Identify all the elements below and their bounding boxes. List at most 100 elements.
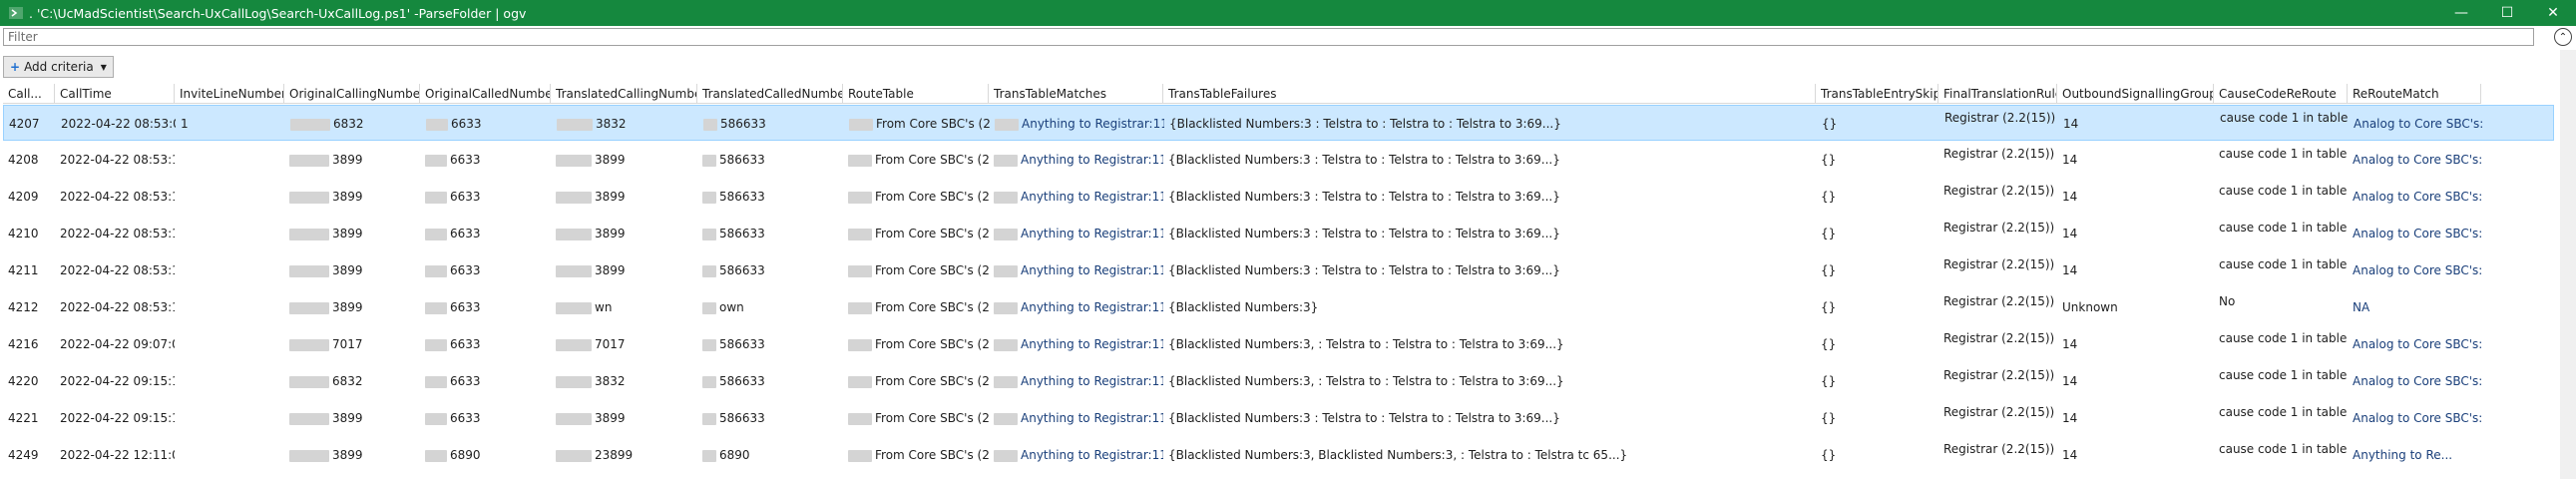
- cell-text: 586633: [720, 117, 766, 131]
- cell-text: From Core SBC's (2): [875, 337, 989, 351]
- cell-text: From Core SBC's (2): [875, 153, 989, 167]
- cell-text: {}: [1821, 374, 1837, 388]
- cell-route: From Core SBC's (2): [843, 252, 989, 288]
- column-header-transtablematches[interactable]: TransTableMatches: [989, 84, 1163, 104]
- cell-text: Analog to Core SBC's:4: [2353, 263, 2481, 277]
- column-header-translatedcallingnumber[interactable]: TranslatedCallingNumber: [551, 84, 697, 104]
- cell-orig_calling: 3899: [284, 289, 420, 325]
- redacted-block: [556, 228, 592, 240]
- table-row[interactable]: 4249 2022-04-22 12:11:06 3899 6890 23899 6890…: [3, 437, 2554, 473]
- cell-text: 7017: [332, 337, 363, 351]
- cell-text: NA: [2353, 300, 2370, 314]
- table-row[interactable]: 4208 2022-04-22 08:53:10 3899 6633 3899 58663…: [3, 142, 2554, 178]
- cell-tr_called: 586633: [697, 326, 843, 362]
- redacted-block: [289, 264, 329, 277]
- column-header-invitelinenumber[interactable]: InviteLineNumber: [175, 84, 284, 104]
- redacted-block: [425, 449, 447, 462]
- cell-tr_calling: 3832: [552, 106, 698, 142]
- redacted-block: [556, 154, 592, 167]
- cell-text: 6832: [333, 117, 364, 131]
- table-row[interactable]: 4209 2022-04-22 08:53:11 3899 6633 3899 58663…: [3, 179, 2554, 215]
- filter-bar: ⌃: [0, 27, 2576, 49]
- column-header-calltime[interactable]: CallTime: [55, 84, 175, 104]
- cell-text: Analog to Core SBC's:4: [2353, 337, 2481, 351]
- redacted-block: [848, 154, 872, 167]
- cell-reroute: Analog to Core SBC's:4: [2348, 400, 2481, 436]
- cell-text: 3899: [595, 411, 626, 425]
- vertical-scrollbar[interactable]: [2560, 50, 2576, 479]
- cell-invite: [175, 437, 284, 473]
- cell-text: 6890: [719, 448, 750, 462]
- cell-skips: {}: [1816, 142, 1938, 178]
- cell-text: From Core SBC's (2): [875, 300, 989, 314]
- collapse-filter-button[interactable]: ⌃: [2554, 28, 2572, 46]
- add-criteria-button[interactable]: + Add criteria ▼: [3, 56, 114, 78]
- minimize-button[interactable]: —: [2438, 0, 2484, 26]
- cell-orig_calling: 3899: [284, 400, 420, 436]
- maximize-button[interactable]: ☐: [2484, 0, 2530, 26]
- cell-text: 586633: [719, 337, 765, 351]
- cell-invite: [175, 363, 284, 399]
- cell-text: Anything to Registrar:117: [1021, 227, 1163, 240]
- cell-invite: 1: [176, 106, 285, 142]
- cell-tr_called: 586633: [698, 106, 844, 142]
- redacted-block: [289, 412, 329, 425]
- cell-text: 1: [181, 117, 189, 131]
- cell-text: {}: [1822, 117, 1838, 131]
- cell-final: Registrar (2.2(15)): [1939, 106, 2058, 142]
- cell-text: own: [719, 300, 744, 314]
- table-row[interactable]: 4216 2022-04-22 09:07:06 7017 6633 7017 58663…: [3, 326, 2554, 362]
- window-title: . 'C:\UcMadScientist\Search-UxCallLog\Se…: [29, 5, 527, 21]
- cell-text: Anything to Registrar:117: [1021, 153, 1163, 167]
- cell-invite: [175, 216, 284, 251]
- close-button[interactable]: ✕: [2530, 0, 2576, 26]
- cell-id: 4221: [3, 400, 55, 436]
- cell-tr_calling: 3832: [551, 363, 697, 399]
- cell-tr_calling: 3899: [551, 179, 697, 215]
- redacted-block: [289, 338, 329, 351]
- redacted-block: [425, 264, 447, 277]
- column-header-outboundsignallinggroups[interactable]: OutboundSignallingGroups: [2057, 84, 2214, 104]
- cell-matches: Anything to Registrar:117: [990, 106, 1164, 142]
- redacted-block: [289, 228, 329, 240]
- cell-matches: Anything to Registrar:117: [989, 179, 1163, 215]
- column-header-originalcallingnumber[interactable]: OriginalCallingNumber: [284, 84, 420, 104]
- cell-text: 4210: [8, 227, 39, 240]
- table-row[interactable]: 4212 2022-04-22 08:53:14 3899 6633 wn own From…: [3, 289, 2554, 325]
- redacted-block: [289, 449, 329, 462]
- cell-route: From Core SBC's (2): [843, 289, 989, 325]
- cell-cause: cause code 1 in table 2: [2215, 106, 2349, 142]
- column-header-translatedcallednumber[interactable]: TranslatedCalledNumber: [697, 84, 843, 104]
- cell-text: {Blacklisted Numbers:3 : Telstra to : Te…: [1168, 227, 1560, 240]
- column-header-routetable[interactable]: RouteTable: [843, 84, 989, 104]
- table-row[interactable]: 4221 2022-04-22 09:15:12 3899 6633 3899 58663…: [3, 400, 2554, 436]
- cell-reroute: Analog to Core SBC's:4: [2348, 216, 2481, 251]
- cell-text: 2022-04-22 09:15:12: [60, 411, 175, 425]
- column-header-originalcallednumber[interactable]: OriginalCalledNumber: [420, 84, 551, 104]
- table-row[interactable]: 4220 2022-04-22 09:15:11 6832 6633 3832 58663…: [3, 363, 2554, 399]
- cell-orig_calling: 3899: [284, 437, 420, 473]
- redacted-block: [556, 412, 592, 425]
- redacted-block: [848, 264, 872, 277]
- column-header-causecodereroute[interactable]: CauseCodeReRoute: [2214, 84, 2348, 104]
- cell-time: 2022-04-22 08:53:09: [56, 106, 176, 142]
- column-header-call-[interactable]: Call...: [3, 84, 55, 104]
- cell-matches: Anything to Registrar:117: [989, 437, 1163, 473]
- cell-text: 6633: [450, 411, 481, 425]
- column-header-finaltranslationrule[interactable]: FinalTranslationRule: [1938, 84, 2057, 104]
- table-row[interactable]: 4210 2022-04-22 08:53:12 3899 6633 3899 58663…: [3, 216, 2554, 251]
- table-row[interactable]: 4207 2022-04-22 08:53:09 1 6832 6633 3832 5866…: [3, 105, 2554, 141]
- cell-text: cause code 1 in table 2: [2219, 184, 2348, 198]
- cell-text: 6832: [332, 374, 363, 388]
- cell-text: {}: [1821, 263, 1837, 277]
- column-header-reroutematch[interactable]: ReRouteMatch: [2348, 84, 2481, 104]
- column-header-transtablefailures[interactable]: TransTableFailures: [1163, 84, 1816, 104]
- filter-input[interactable]: [3, 28, 2534, 46]
- column-header-transtableentryskips[interactable]: TransTableEntrySkips: [1816, 84, 1938, 104]
- cell-cause: cause code 1 in table 2: [2214, 142, 2348, 178]
- cell-text: {}: [1821, 300, 1837, 314]
- cell-text: 4212: [8, 300, 39, 314]
- cell-text: From Core SBC's (2): [875, 227, 989, 240]
- cell-tr_called: own: [697, 289, 843, 325]
- table-row[interactable]: 4211 2022-04-22 08:53:13 3899 6633 3899 58663…: [3, 252, 2554, 288]
